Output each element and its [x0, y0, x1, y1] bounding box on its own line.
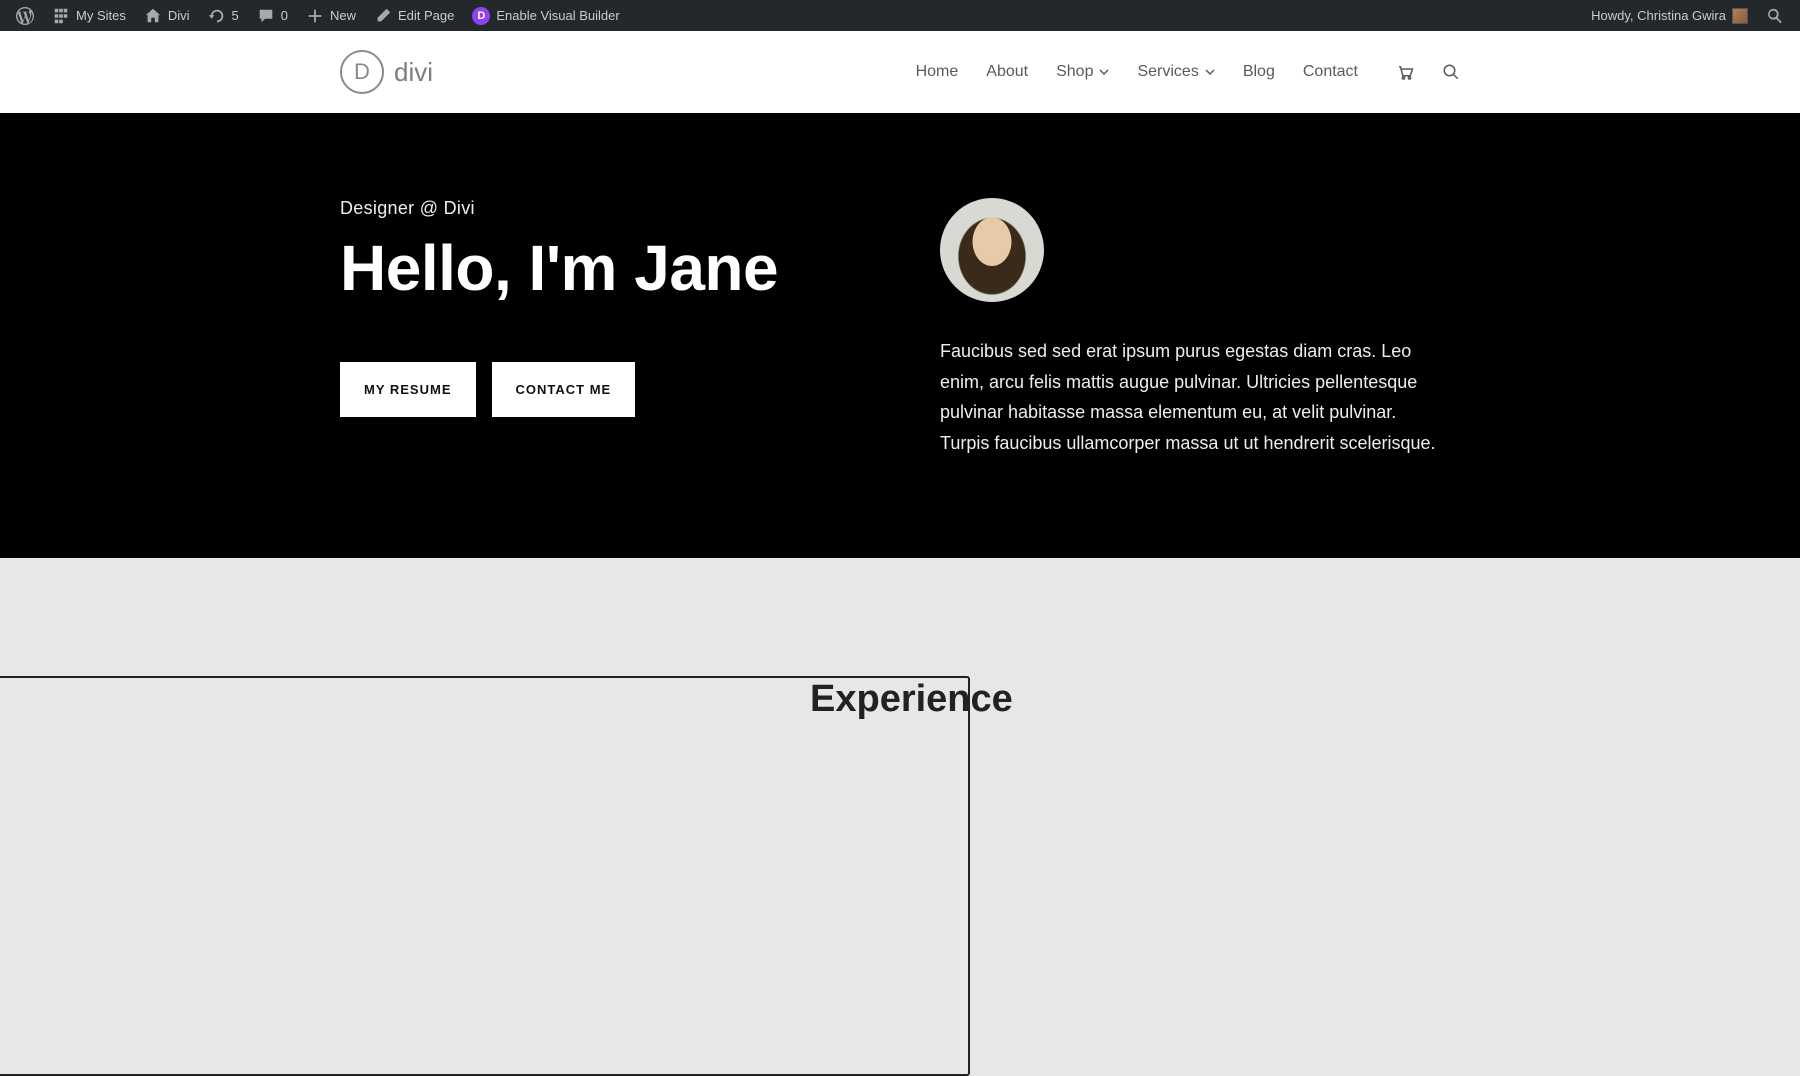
experience-section: Experience	[0, 558, 1800, 778]
nav-blog-label: Blog	[1243, 63, 1275, 81]
cart-icon[interactable]	[1396, 63, 1414, 81]
header-inner: D divi Home About Shop Services Blog Con…	[340, 50, 1460, 94]
nav-contact-label: Contact	[1303, 63, 1358, 81]
wp-logo[interactable]	[8, 0, 42, 31]
search-icon[interactable]	[1442, 63, 1460, 81]
experience-inner: Experience	[340, 678, 1460, 778]
wp-admin-left: My Sites Divi 5 0 New	[8, 0, 628, 31]
profile-avatar	[940, 198, 1044, 302]
wp-howdy-label: Howdy, Christina Gwira	[1591, 8, 1726, 23]
divi-icon: D	[472, 7, 490, 25]
wp-site-name[interactable]: Divi	[136, 0, 198, 31]
wordpress-icon	[16, 7, 34, 25]
nav-services[interactable]: Services	[1137, 63, 1214, 81]
wp-comments[interactable]: 0	[249, 0, 296, 31]
experience-title: Experience	[810, 678, 1013, 778]
home-icon	[144, 7, 162, 25]
logo-text: divi	[394, 57, 433, 88]
nav-about-label: About	[986, 63, 1028, 81]
hero-subtitle: Designer @ Divi	[340, 198, 860, 219]
hero-section: Designer @ Divi Hello, I'm Jane MY RESUM…	[0, 113, 1800, 558]
nav-about[interactable]: About	[986, 63, 1028, 81]
hero-title: Hello, I'm Jane	[340, 235, 860, 302]
wp-new[interactable]: New	[298, 0, 364, 31]
hero-inner: Designer @ Divi Hello, I'm Jane MY RESUM…	[340, 198, 1460, 458]
hero-right: Faucibus sed sed erat ipsum purus egesta…	[940, 198, 1460, 458]
wp-howdy[interactable]: Howdy, Christina Gwira	[1583, 0, 1756, 31]
contact-me-button[interactable]: CONTACT ME	[492, 362, 636, 417]
wp-admin-right: Howdy, Christina Gwira	[1583, 0, 1792, 31]
comment-icon	[257, 7, 275, 25]
nav-services-label: Services	[1137, 63, 1198, 81]
wp-site-label: Divi	[168, 8, 190, 23]
hero-buttons: MY RESUME CONTACT ME	[340, 362, 860, 417]
logo-icon: D	[340, 50, 384, 94]
wp-comments-count: 0	[281, 8, 288, 23]
nav-shop[interactable]: Shop	[1056, 63, 1109, 81]
chevron-down-icon	[1205, 67, 1215, 77]
nav-shop-label: Shop	[1056, 63, 1093, 81]
nav-home-label: Home	[916, 63, 959, 81]
wp-edit-page[interactable]: Edit Page	[366, 0, 462, 31]
user-avatar-icon	[1732, 8, 1748, 24]
wp-updates[interactable]: 5	[200, 0, 247, 31]
nav-blog[interactable]: Blog	[1243, 63, 1275, 81]
search-icon	[1766, 7, 1784, 25]
wp-admin-bar: My Sites Divi 5 0 New	[0, 0, 1800, 31]
wp-search[interactable]	[1758, 0, 1792, 31]
chevron-down-icon	[1099, 67, 1109, 77]
plus-icon	[306, 7, 324, 25]
network-icon	[52, 7, 70, 25]
nav-contact[interactable]: Contact	[1303, 63, 1358, 81]
nav-home[interactable]: Home	[916, 63, 959, 81]
wp-vb-label: Enable Visual Builder	[496, 8, 619, 23]
site-logo[interactable]: D divi	[340, 50, 433, 94]
main-nav: Home About Shop Services Blog Contact	[916, 63, 1460, 81]
resume-button[interactable]: MY RESUME	[340, 362, 476, 417]
update-icon	[208, 7, 226, 25]
hero-bio: Faucibus sed sed erat ipsum purus egesta…	[940, 336, 1450, 458]
pencil-icon	[374, 7, 392, 25]
wp-my-sites[interactable]: My Sites	[44, 0, 134, 31]
wp-edit-label: Edit Page	[398, 8, 454, 23]
site-header: D divi Home About Shop Services Blog Con…	[0, 31, 1800, 113]
wp-new-label: New	[330, 8, 356, 23]
wp-my-sites-label: My Sites	[76, 8, 126, 23]
nav-icons	[1396, 63, 1460, 81]
wp-visual-builder[interactable]: D Enable Visual Builder	[464, 0, 627, 31]
wp-updates-count: 5	[232, 8, 239, 23]
hero-left: Designer @ Divi Hello, I'm Jane MY RESUM…	[340, 198, 860, 458]
